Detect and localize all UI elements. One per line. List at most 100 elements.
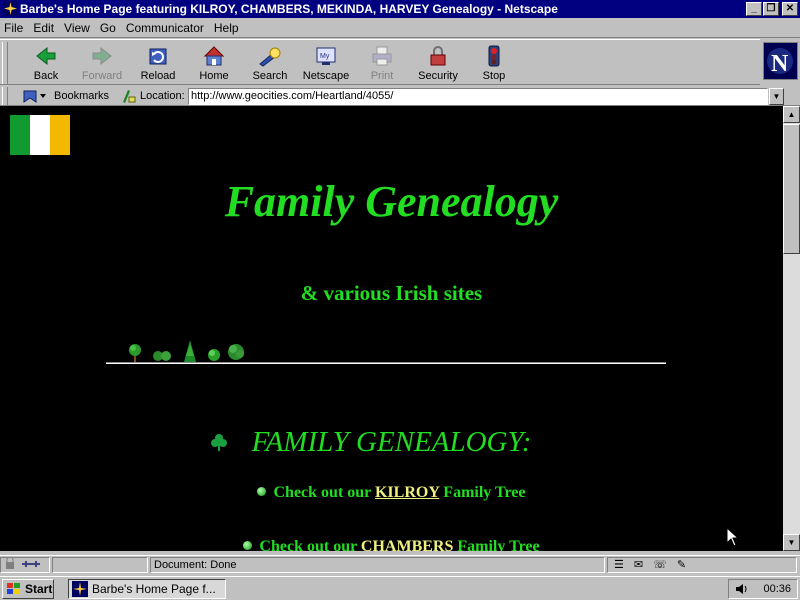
- svg-text:My: My: [320, 53, 330, 60]
- navigation-toolbar: Back Forward Reload Home Search My Netsc…: [0, 39, 760, 85]
- item-prefix: Check out our: [259, 538, 361, 551]
- minimize-button[interactable]: _: [746, 2, 762, 16]
- scroll-up-button[interactable]: ▲: [783, 106, 800, 123]
- taskbar-item-netscape[interactable]: Barbe's Home Page f...: [68, 579, 226, 599]
- forward-label: Forward: [81, 70, 123, 82]
- restore-button[interactable]: ❐: [763, 2, 779, 16]
- my-netscape-button[interactable]: My Netscape: [298, 42, 354, 84]
- stop-button[interactable]: Stop: [466, 42, 522, 84]
- chambers-link[interactable]: CHAMBERS: [361, 538, 453, 551]
- page-heading: Family Genealogy: [224, 177, 559, 226]
- status-text: Document: Done: [150, 557, 605, 573]
- netscape-n-logo-icon: N: [764, 43, 797, 79]
- home-label: Home: [199, 70, 229, 82]
- browser-window: Barbe's Home Page featuring KILROY, CHAM…: [0, 0, 800, 576]
- list-item-chambers: Check out our CHAMBERS Family Tree: [0, 538, 783, 551]
- windows-taskbar: Start Barbe's Home Page f... 00:36: [0, 576, 800, 600]
- composer-icon[interactable]: ✎: [677, 558, 686, 572]
- window-title: Barbe's Home Page featuring KILROY, CHAM…: [20, 2, 558, 16]
- padlock-icon: [430, 46, 446, 66]
- security-status[interactable]: [0, 556, 50, 573]
- location-label-group: Location:: [120, 87, 185, 105]
- my-netscape-icon: My: [316, 47, 336, 65]
- forward-button[interactable]: Forward: [74, 42, 130, 84]
- location-toolbar: Bookmarks Location: http://www.geocities…: [0, 86, 800, 106]
- toolbar-grip[interactable]: [2, 42, 8, 84]
- mail-icon[interactable]: ✉: [634, 558, 643, 572]
- irish-flag-image: [10, 115, 70, 155]
- reload-icon: [149, 48, 167, 65]
- netscape-task-icon: [72, 581, 88, 597]
- horizontal-rule: [106, 362, 666, 364]
- scroll-down-button[interactable]: ▼: [783, 534, 800, 551]
- start-button[interactable]: Start: [2, 579, 54, 599]
- scroll-thumb[interactable]: [783, 124, 800, 254]
- windows-logo-icon: [7, 583, 20, 594]
- print-button[interactable]: Print: [354, 42, 410, 84]
- menu-help[interactable]: Help: [214, 21, 239, 35]
- security-button[interactable]: Security: [410, 42, 466, 84]
- reload-button[interactable]: Reload: [130, 42, 186, 84]
- search-button[interactable]: Search: [242, 42, 298, 84]
- bookmarks-icon: [23, 90, 46, 103]
- netscape-label: Netscape: [302, 70, 350, 82]
- printer-icon: [372, 46, 392, 66]
- volume-speaker-icon[interactable]: [734, 582, 748, 596]
- menu-view[interactable]: View: [64, 21, 90, 35]
- security-label: Security: [418, 70, 458, 82]
- print-label: Print: [370, 70, 394, 82]
- title-bar[interactable]: Barbe's Home Page featuring KILROY, CHAM…: [0, 0, 800, 18]
- svg-text:N: N: [771, 51, 789, 77]
- lock-and-connection-icon: [6, 556, 40, 569]
- status-bar: Document: Done ☰ ✉ ☏ ✎: [0, 555, 800, 573]
- menu-bar: File Edit View Go Communicator Help: [0, 19, 800, 38]
- item-suffix: Family Tree: [439, 484, 526, 501]
- netscape-logo[interactable]: N: [763, 42, 798, 80]
- url-dropdown-button[interactable]: ▼: [769, 88, 784, 105]
- bullet-icon: [257, 487, 267, 496]
- item-prefix: Check out our: [273, 484, 375, 501]
- vertical-scrollbar[interactable]: ▲ ▼: [783, 106, 800, 551]
- flag-orange-stripe: [50, 115, 70, 155]
- list-item-kilroy: Check out our KILROY Family Tree: [0, 484, 783, 502]
- flag-green-stripe: [10, 115, 30, 155]
- system-tray: 00:36: [728, 579, 798, 599]
- netscape-app-icon: [3, 1, 18, 16]
- location-grip[interactable]: [2, 87, 8, 105]
- home-icon: [203, 46, 225, 66]
- page-subheading: & various Irish sites: [300, 281, 483, 305]
- home-button[interactable]: Home: [186, 42, 242, 84]
- back-arrow-icon: [36, 46, 56, 66]
- reload-label: Reload: [140, 70, 176, 82]
- menu-file[interactable]: File: [4, 21, 23, 35]
- item-suffix: Family Tree: [453, 538, 540, 551]
- menu-communicator[interactable]: Communicator: [126, 21, 204, 35]
- navigator-icon[interactable]: ☰: [614, 558, 624, 572]
- back-button[interactable]: Back: [18, 42, 74, 84]
- trees-graphic: [129, 340, 244, 362]
- start-label: Start: [25, 582, 53, 596]
- stop-label: Stop: [482, 70, 506, 82]
- page-proxy-icon[interactable]: [120, 88, 136, 104]
- bullet-icon: [243, 541, 253, 550]
- back-label: Back: [33, 70, 59, 82]
- section-title: FAMILY GENEALOGY:: [251, 426, 532, 458]
- menu-go[interactable]: Go: [100, 21, 116, 35]
- url-field[interactable]: http://www.geocities.com/Heartland/4055/: [188, 88, 768, 105]
- page-content: Family Genealogy & various Irish sites F…: [0, 106, 783, 551]
- close-button[interactable]: ✕: [782, 2, 798, 16]
- bookmarks-button[interactable]: Bookmarks: [22, 87, 109, 105]
- search-label: Search: [252, 70, 288, 82]
- menu-edit[interactable]: Edit: [33, 21, 54, 35]
- task-label: Barbe's Home Page f...: [92, 582, 216, 596]
- search-flashlight-icon: [259, 47, 281, 67]
- progress-meter: [52, 557, 148, 573]
- discussion-icon[interactable]: ☏: [653, 558, 667, 572]
- flag-white-stripe: [30, 115, 50, 155]
- location-label: Location:: [140, 90, 185, 102]
- forward-arrow-icon: [92, 46, 112, 66]
- kilroy-link[interactable]: KILROY: [375, 484, 439, 501]
- clock: 00:36: [763, 583, 791, 595]
- mouse-pointer-icon: [726, 527, 738, 547]
- component-bar: ☰ ✉ ☏ ✎: [607, 557, 797, 573]
